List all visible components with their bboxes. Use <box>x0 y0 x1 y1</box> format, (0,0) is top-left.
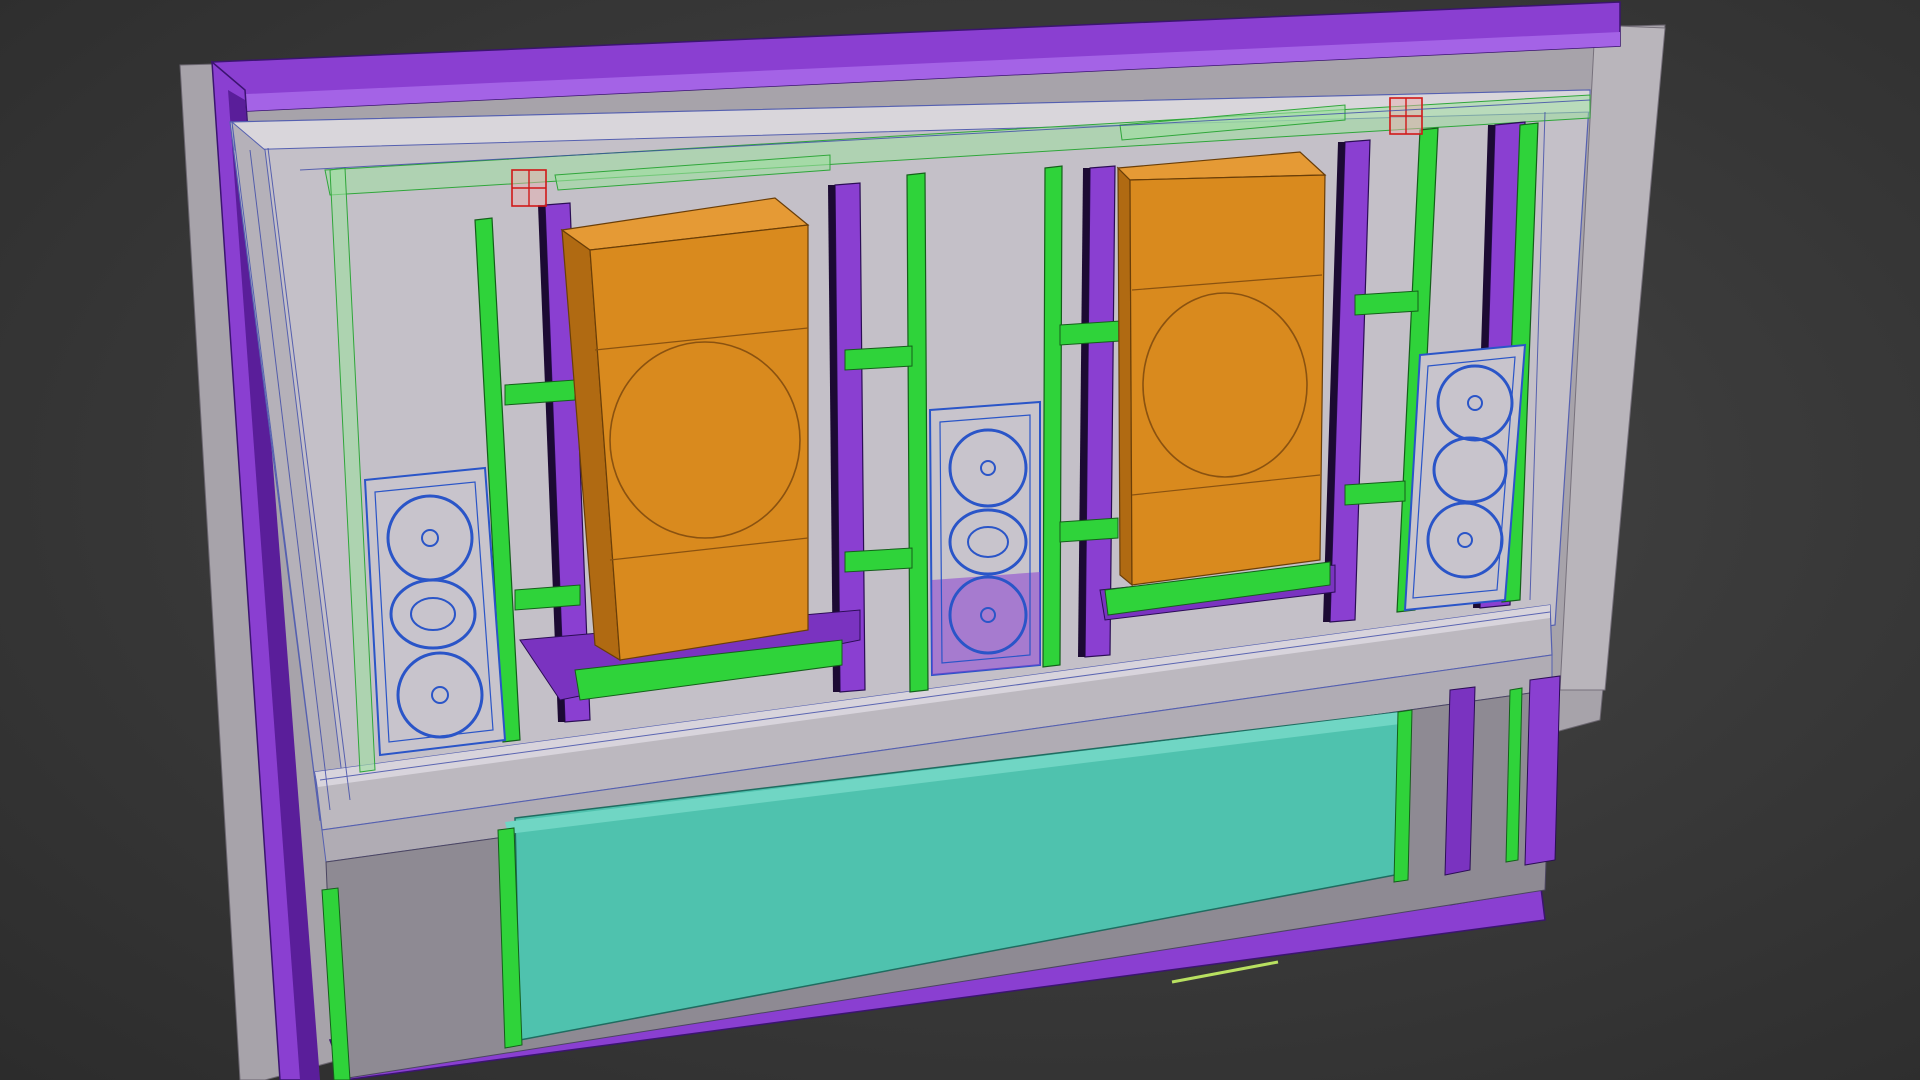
subwoofer-left-front <box>589 224 809 661</box>
speaker-left[interactable] <box>363 466 507 757</box>
scene-canvas[interactable] <box>0 0 1920 1080</box>
green-stud-3[interactable] <box>1042 165 1063 668</box>
green-block-8[interactable] <box>1344 480 1406 506</box>
green-stud-2[interactable] <box>906 172 929 693</box>
lower-right-purple-2[interactable] <box>1524 675 1561 866</box>
green-block-1[interactable] <box>504 379 576 406</box>
subwoofer-left[interactable] <box>560 197 810 662</box>
marker-right[interactable] <box>1389 97 1423 135</box>
marker-left[interactable] <box>511 169 547 207</box>
green-block-3[interactable] <box>844 345 913 371</box>
speaker-center[interactable] <box>928 400 1041 677</box>
lower-right-purple-1[interactable] <box>1444 686 1476 876</box>
green-block-7[interactable] <box>1354 290 1419 316</box>
purple-stud-3[interactable] <box>1084 165 1116 658</box>
green-block-4[interactable] <box>844 547 913 573</box>
green-block-6[interactable] <box>1059 517 1119 543</box>
subwoofer-right[interactable] <box>1116 151 1327 587</box>
green-block-2[interactable] <box>514 584 581 611</box>
speaker-right[interactable] <box>1403 343 1527 612</box>
green-block-5[interactable] <box>1059 320 1121 346</box>
subwoofer-right-front <box>1129 174 1326 586</box>
perspective-viewport[interactable] <box>0 0 1920 1080</box>
